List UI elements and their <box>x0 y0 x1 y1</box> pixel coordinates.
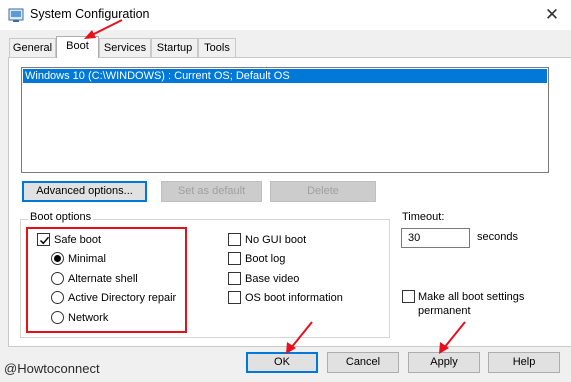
apply-button[interactable]: Apply <box>408 352 480 373</box>
checkbox-box <box>228 272 241 285</box>
make-permanent-label: Make all boot settings permanent <box>418 291 525 317</box>
checkbox-label: Boot log <box>245 253 286 265</box>
msconfig-app-icon <box>8 7 24 23</box>
close-button[interactable]: ✕ <box>540 4 564 26</box>
tab-label: Tools <box>204 42 230 54</box>
checkbox-label: OS boot information <box>245 292 343 304</box>
annotation-highlight-box <box>26 227 187 333</box>
close-icon: ✕ <box>544 5 560 24</box>
os-list-item-selected[interactable]: Windows 10 (C:\WINDOWS) : Current OS; De… <box>23 69 547 83</box>
tab-label: Services <box>103 42 147 54</box>
delete-button[interactable]: Delete <box>270 181 376 202</box>
tab-label: General <box>12 42 53 54</box>
tab-services[interactable]: Services <box>99 38 151 57</box>
tab-label: Startup <box>156 42 193 54</box>
ok-button[interactable]: OK <box>246 352 318 373</box>
window-title: System Configuration <box>30 7 150 21</box>
tab-label: Boot <box>66 40 89 52</box>
tab-general[interactable]: General <box>9 38 56 57</box>
boot-options-label: Boot options <box>28 211 94 223</box>
checkbox-box <box>228 233 241 246</box>
watermark: @Howtoconnect <box>4 361 100 376</box>
checkbox-box <box>228 291 241 304</box>
title-bar: System Configuration ✕ <box>0 0 571 30</box>
seconds-label: seconds <box>477 231 518 243</box>
checkbox-box <box>228 252 241 265</box>
checkbox-label: No GUI boot <box>245 234 307 246</box>
set-as-default-button[interactable]: Set as default <box>161 181 262 202</box>
checkbox-label: Base video <box>245 273 300 285</box>
tab-tools[interactable]: Tools <box>198 38 236 57</box>
timeout-input[interactable]: 30 <box>401 228 470 248</box>
tab-startup[interactable]: Startup <box>151 38 198 57</box>
tab-boot[interactable]: Boot <box>56 36 99 58</box>
help-button[interactable]: Help <box>488 352 560 373</box>
advanced-options-button[interactable]: Advanced options... <box>22 181 147 202</box>
cancel-button[interactable]: Cancel <box>327 352 399 373</box>
checkbox-box <box>402 290 415 303</box>
timeout-label: Timeout: <box>402 211 445 223</box>
os-list[interactable]: Windows 10 (C:\WINDOWS) : Current OS; De… <box>21 67 549 173</box>
